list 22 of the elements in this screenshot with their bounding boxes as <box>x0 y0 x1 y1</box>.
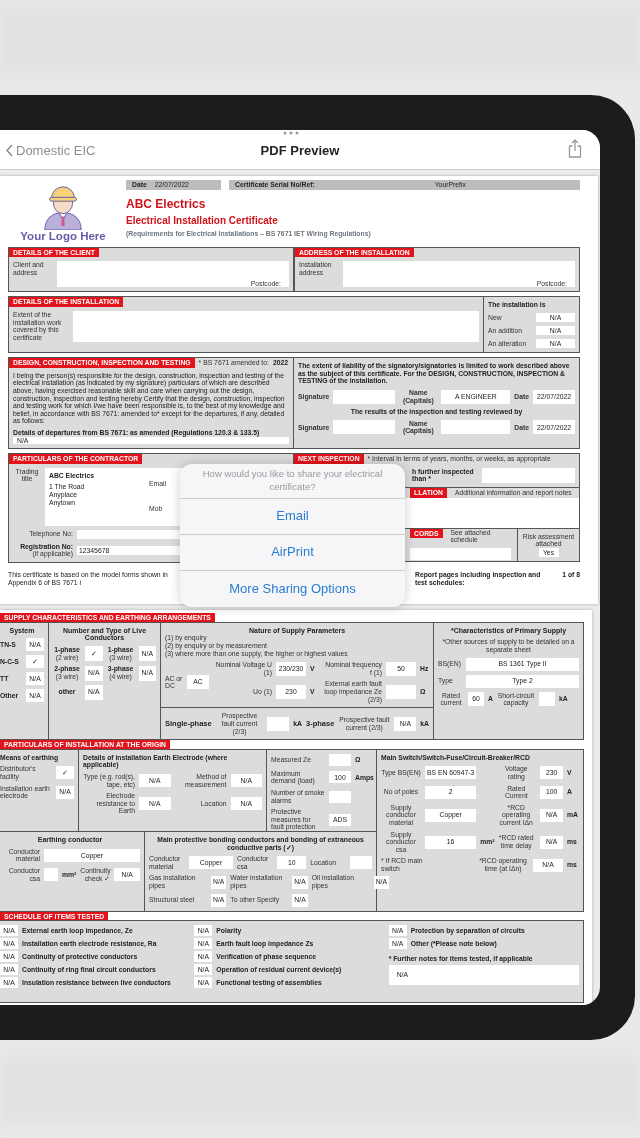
page-title: PDF Preview <box>260 142 340 160</box>
share-option[interactable]: More Sharing Options <box>180 570 405 607</box>
value-box <box>386 684 416 699</box>
value-box <box>44 868 58 882</box>
value-box <box>329 753 351 766</box>
signature-box <box>333 389 396 404</box>
certificate-title: Electrical Installation Certificate <box>126 215 279 227</box>
back-button[interactable]: Domestic EIC <box>6 141 96 161</box>
back-chevron-icon <box>6 144 13 158</box>
logo-text: Your Logo Here <box>20 230 106 243</box>
share-option[interactable]: AirPrint <box>180 534 405 571</box>
signature-box <box>333 420 396 435</box>
more-dots-icon[interactable] <box>283 131 299 135</box>
value-box <box>350 856 372 870</box>
value-box <box>329 790 351 803</box>
share-option[interactable]: Email <box>180 498 405 535</box>
dialog-prompt: How would you like to share your electrical certificate? <box>180 464 405 499</box>
value-box <box>441 420 511 435</box>
share-icon[interactable] <box>568 139 582 158</box>
value-box <box>267 716 290 731</box>
company-name: ABC Electrics <box>126 197 207 212</box>
value-box <box>538 692 555 707</box>
